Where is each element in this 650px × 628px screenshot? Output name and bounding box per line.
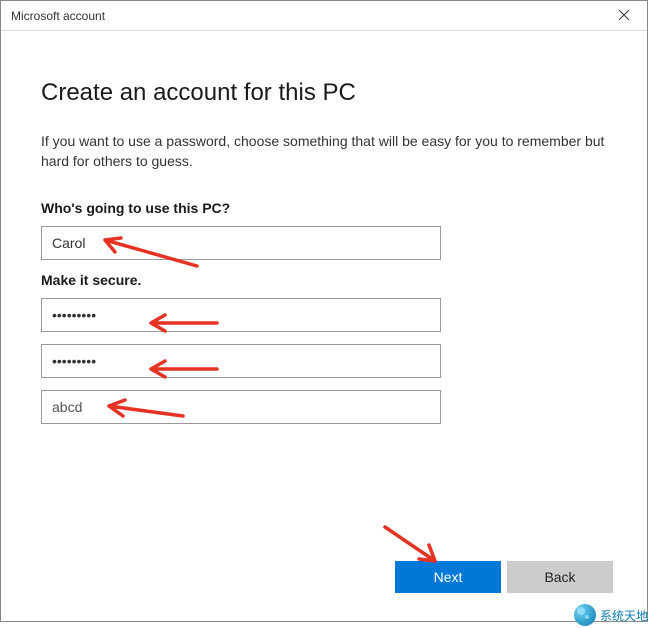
window-frame: Microsoft account Create an account for … bbox=[0, 0, 648, 622]
back-button[interactable]: Back bbox=[507, 561, 613, 593]
button-row: Next Back bbox=[395, 561, 613, 593]
window-title: Microsoft account bbox=[11, 9, 105, 23]
secure-label: Make it secure. bbox=[41, 272, 607, 288]
next-button[interactable]: Next bbox=[395, 561, 501, 593]
globe-icon bbox=[574, 604, 596, 626]
password-input[interactable] bbox=[41, 298, 441, 332]
confirm-password-input[interactable] bbox=[41, 344, 441, 378]
title-bar: Microsoft account bbox=[1, 1, 647, 31]
username-label: Who's going to use this PC? bbox=[41, 200, 607, 216]
content-area: Create an account for this PC If you wan… bbox=[1, 31, 647, 424]
watermark-text: 系统天地 bbox=[600, 607, 648, 624]
page-heading: Create an account for this PC bbox=[41, 79, 607, 107]
close-icon bbox=[619, 9, 629, 23]
username-input[interactable] bbox=[41, 226, 441, 260]
close-button[interactable] bbox=[601, 1, 647, 31]
watermark: 系统天地 bbox=[574, 604, 648, 626]
instructions-text: If you want to use a password, choose so… bbox=[41, 131, 607, 172]
password-hint-input[interactable] bbox=[41, 390, 441, 424]
